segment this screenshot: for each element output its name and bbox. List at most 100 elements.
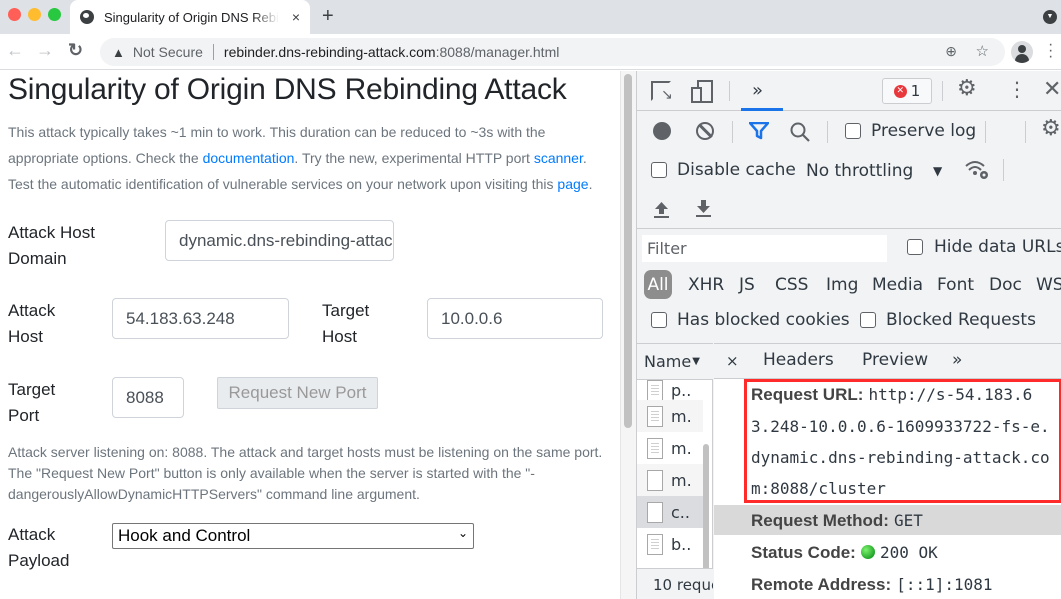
- address-bar[interactable]: ▲ Not Secure rebinder.dns-rebinding-atta…: [100, 38, 1005, 66]
- request-row[interactable]: m.: [637, 400, 703, 432]
- attack-host-domain-input[interactable]: dynamic.dns-rebinding-attack.com: [165, 220, 394, 261]
- type-filter-js[interactable]: JS: [739, 275, 755, 295]
- remote-address-row: Remote Address: [::1]:1081: [751, 575, 993, 595]
- page-scrollbar[interactable]: [624, 74, 632, 428]
- request-list: Name▼ p.. m. m. m. c.. b.. 10 requests: [637, 343, 713, 599]
- name-column-header[interactable]: Name ▼: [637, 344, 713, 380]
- tab-headers[interactable]: Headers: [763, 350, 834, 370]
- headers-panel: Request URL: http://s-54.183.6 3.248-10.…: [714, 379, 1061, 599]
- hide-data-urls-checkbox[interactable]: [907, 239, 923, 255]
- security-label[interactable]: Not Secure: [133, 44, 203, 60]
- name-header-label: Name: [644, 352, 692, 371]
- disable-cache-checkbox[interactable]: [651, 162, 667, 178]
- request-row[interactable]: m.: [637, 464, 703, 496]
- window-zoom-button[interactable]: [48, 8, 61, 21]
- target-port-input[interactable]: 8088: [112, 377, 184, 418]
- settings-gear-icon[interactable]: ⚙: [957, 76, 977, 101]
- tab-close-icon[interactable]: ×: [292, 9, 300, 25]
- type-filter-font[interactable]: Font: [937, 275, 974, 295]
- request-name: m.: [671, 438, 692, 458]
- type-filter-ws[interactable]: WS: [1036, 275, 1061, 295]
- throttling-select[interactable]: No throttling: [806, 161, 913, 181]
- request-url-value: 3.248-10.0.0.6-1609933722-fs-e.: [751, 417, 1050, 436]
- documentation-link[interactable]: documentation: [203, 150, 295, 166]
- target-host-input[interactable]: 10.0.0.6: [427, 298, 603, 339]
- tab-preview[interactable]: Preview: [862, 350, 928, 370]
- request-url-label: Request URL:: [751, 385, 864, 404]
- type-filter-doc[interactable]: Doc: [989, 275, 1022, 295]
- back-button[interactable]: ←: [6, 40, 24, 61]
- browser-tab[interactable]: Singularity of Origin DNS Rebinding Atta…: [70, 0, 310, 34]
- more-tabs-icon[interactable]: »: [752, 80, 763, 101]
- error-count-badge[interactable]: ✕ 1: [882, 78, 932, 104]
- request-row[interactable]: b..: [637, 528, 703, 560]
- chevron-down-icon: ⌄: [457, 526, 468, 540]
- warning-icon[interactable]: ▲: [112, 45, 125, 60]
- window-close-button[interactable]: [8, 8, 21, 21]
- status-code-label: Status Code:: [751, 543, 856, 562]
- preserve-log-checkbox[interactable]: [845, 123, 861, 139]
- request-name: m.: [671, 470, 692, 490]
- window-minimize-button[interactable]: [28, 8, 41, 21]
- type-filter-xhr[interactable]: XHR: [688, 275, 724, 295]
- request-new-port-button[interactable]: Request New Port: [217, 377, 378, 409]
- divider: [212, 44, 214, 60]
- new-tab-button[interactable]: +: [322, 5, 334, 28]
- intro-text: This attack typically takes ~1 min to wo…: [8, 119, 598, 197]
- close-detail-icon[interactable]: ×: [726, 352, 739, 370]
- request-row-selected[interactable]: c..: [637, 496, 703, 528]
- request-name: c..: [671, 502, 690, 522]
- type-filter-css[interactable]: CSS: [775, 275, 808, 295]
- attack-payload-select[interactable]: Hook and Control ⌄: [112, 523, 474, 549]
- reload-button[interactable]: ↻: [68, 40, 83, 61]
- has-blocked-cookies-checkbox[interactable]: [651, 312, 667, 328]
- browser-menu-icon[interactable]: · · ·: [1048, 37, 1053, 65]
- more-detail-tabs-icon[interactable]: »: [952, 350, 962, 370]
- document-icon: [647, 380, 663, 400]
- scanner-link[interactable]: scanner: [534, 150, 583, 166]
- caret-down-icon[interactable]: ▼: [933, 164, 942, 178]
- devtools-menu-icon[interactable]: ⋮: [1007, 77, 1027, 101]
- page-link[interactable]: page: [557, 176, 588, 192]
- request-row[interactable]: m.: [637, 432, 703, 464]
- intro-text-part: .: [588, 176, 593, 192]
- divider: [729, 81, 730, 101]
- blocked-requests-checkbox[interactable]: [860, 312, 876, 328]
- request-name: m.: [671, 406, 692, 426]
- profile-avatar[interactable]: [1011, 41, 1033, 63]
- tab-strip: Singularity of Origin DNS Rebinding Atta…: [0, 0, 1061, 34]
- request-url-value: m:8088/cluster: [751, 479, 886, 498]
- zoom-icon[interactable]: ⊕: [945, 43, 957, 60]
- attack-host-domain-label: Attack Host Domain: [8, 223, 95, 268]
- type-filter-all[interactable]: All: [644, 270, 672, 299]
- network-conditions-icon[interactable]: [964, 159, 990, 181]
- search-icon[interactable]: [789, 121, 811, 143]
- filter-input[interactable]: Filter: [642, 235, 887, 262]
- requests-summary: 10 requests: [637, 568, 713, 599]
- disable-cache-label: Disable cache: [677, 160, 796, 180]
- filter-icon[interactable]: [749, 122, 769, 140]
- type-filter-media[interactable]: Media: [872, 275, 923, 295]
- request-list-scrollbar[interactable]: [703, 444, 709, 579]
- request-row[interactable]: p..: [637, 380, 703, 400]
- port-help-text: Attack server listening on: 8088. The at…: [8, 444, 603, 502]
- record-icon[interactable]: [653, 122, 671, 140]
- error-icon: ✕: [893, 84, 907, 98]
- document-icon: [647, 405, 663, 427]
- forward-button[interactable]: →: [36, 40, 54, 61]
- device-toolbar-icon[interactable]: [691, 80, 713, 103]
- remote-address-label: Remote Address:: [751, 575, 892, 594]
- web-page: Singularity of Origin DNS Rebinding Atta…: [0, 71, 620, 599]
- status-ok-icon: [860, 545, 875, 559]
- export-har-icon[interactable]: [695, 199, 712, 217]
- type-filter-img[interactable]: Img: [826, 275, 858, 295]
- blocked-requests-label: Blocked Requests: [886, 310, 1036, 330]
- bookmark-star-icon[interactable]: ☆: [976, 42, 989, 60]
- network-settings-gear-icon[interactable]: ⚙: [1041, 116, 1061, 141]
- clear-icon[interactable]: [696, 122, 714, 140]
- divider: [942, 81, 943, 101]
- import-har-icon[interactable]: [653, 200, 670, 218]
- tab-search-icon[interactable]: ▼: [1043, 10, 1057, 24]
- devtools-close-icon[interactable]: ✕: [1043, 77, 1061, 102]
- attack-host-input[interactable]: 54.183.63.248: [112, 298, 289, 339]
